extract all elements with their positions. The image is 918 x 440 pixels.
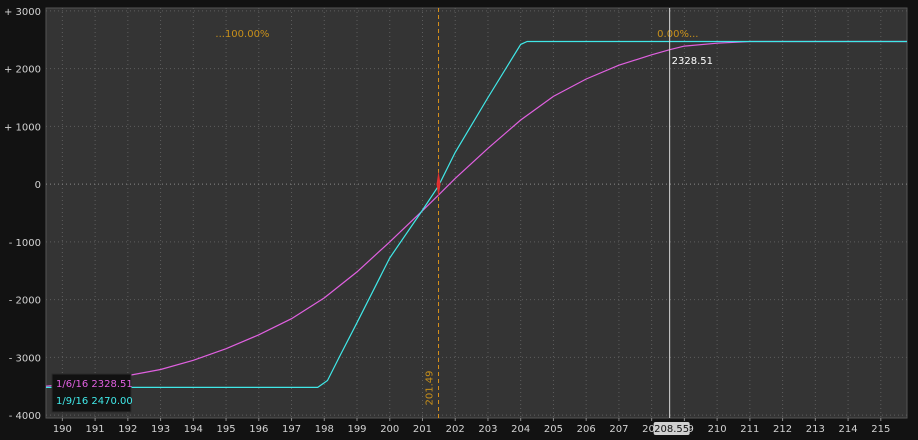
y-tick-label: - 3000 <box>9 353 41 364</box>
x-tick-label: 198 <box>315 424 334 435</box>
probability-label: 0.00%... <box>657 29 698 40</box>
y-tick-label: + 2000 <box>4 65 41 76</box>
x-tick-label: 195 <box>217 424 236 435</box>
cursor-x-label: 208.55 <box>654 424 689 435</box>
plot-area <box>45 7 908 419</box>
breakeven-label: 201.49 <box>425 371 436 406</box>
x-tick-label: 213 <box>806 424 825 435</box>
y-tick-label: - 1000 <box>9 238 41 249</box>
x-tick-label: 192 <box>118 424 137 435</box>
x-tick-label: 215 <box>871 424 890 435</box>
y-tick-label: - 4000 <box>9 411 41 422</box>
y-tick-label: + 1000 <box>4 122 41 133</box>
x-tick-label: 197 <box>282 424 301 435</box>
x-tick-label: 194 <box>184 424 203 435</box>
x-tick-label: 207 <box>609 424 628 435</box>
x-tick-label: 211 <box>740 424 759 435</box>
x-tick-label: 191 <box>86 424 105 435</box>
risk-profile-chart: 190 191 192 193 194 195 196 197 198 199 200 201 202 2… <box>0 0 918 440</box>
x-tick-label: 206 <box>577 424 596 435</box>
x-tick-label: 201 <box>413 424 432 435</box>
x-tick-label: 210 <box>708 424 727 435</box>
probability-label: ...100.00% <box>215 29 269 40</box>
y-tick-label: - 2000 <box>9 296 41 307</box>
x-tick-label: 190 <box>53 424 72 435</box>
legend-entry-1: 1/6/16 2328.51 <box>56 379 133 390</box>
x-tick-label: 204 <box>511 424 530 435</box>
x-tick-label: 203 <box>478 424 497 435</box>
y-tick-label: 0 <box>35 180 41 191</box>
legend: 1/6/16 2328.51 1/9/16 2470.00 <box>51 373 133 413</box>
x-tick-label: 212 <box>773 424 792 435</box>
legend-entry-2: 1/9/16 2470.00 <box>56 396 133 407</box>
x-tick-label: 199 <box>347 424 366 435</box>
cursor-value-label: 2328.51 <box>672 56 713 67</box>
x-tick-label: 205 <box>544 424 563 435</box>
x-tick-label: 193 <box>151 424 170 435</box>
x-tick-label: 202 <box>446 424 465 435</box>
x-tick-label: 214 <box>839 424 858 435</box>
x-tick-label: 200 <box>380 424 399 435</box>
x-tick-label: 196 <box>249 424 268 435</box>
y-tick-label: + 3000 <box>4 7 41 18</box>
